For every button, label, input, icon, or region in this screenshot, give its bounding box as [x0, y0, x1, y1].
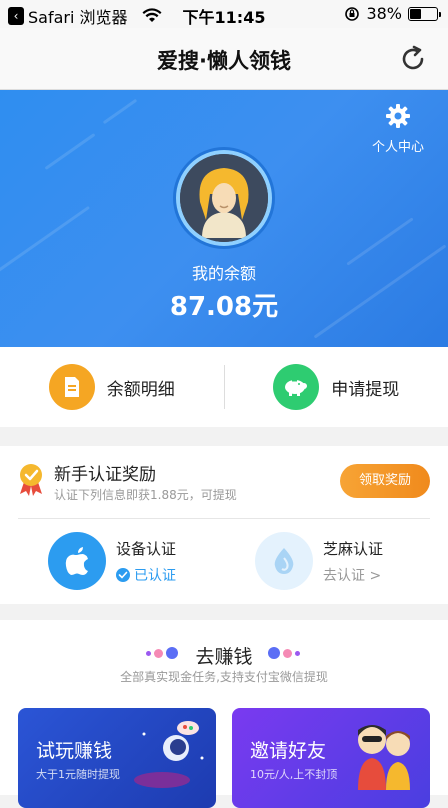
trial-earn-card[interactable]: 试玩赚钱 大于1元随时提现	[18, 708, 216, 808]
balance-hero: 个人中心 我的余额 87.08元	[0, 90, 448, 347]
balance-label: 我的余额	[0, 260, 448, 284]
earn-subtitle: 全部真实现金任务,支持支付宝微信提现	[0, 668, 448, 685]
sesame-verification-item[interactable]: 芝麻认证 去认证 >	[255, 532, 383, 590]
invite-friends-subtitle: 10元/人,上不封顶	[250, 766, 337, 782]
balance-detail-label: 余额明细	[107, 375, 175, 400]
sesame-verification-state: 去认证 >	[323, 565, 383, 585]
avatar-image	[180, 154, 268, 242]
verify-subtitle: 认证下列信息即获1.88元，可提现	[54, 486, 237, 503]
decor-dots-right	[268, 647, 300, 659]
status-bar: ‹ Safari 浏览器 下午11:45 38%	[0, 0, 448, 28]
device-verification-state: 已认证	[134, 565, 176, 585]
refresh-icon[interactable]	[398, 44, 428, 74]
avatar[interactable]	[176, 150, 272, 246]
withdraw-label: 申请提现	[331, 375, 399, 400]
device-verification-name: 设备认证	[116, 538, 176, 559]
astronaut-illustration-icon	[132, 714, 212, 794]
quick-actions: 余额明细 申请提现	[0, 347, 448, 427]
device-verification-item[interactable]: 设备认证 已认证	[48, 532, 176, 590]
document-icon	[49, 364, 95, 410]
nav-bar: 爱搜·懒人领钱	[0, 28, 448, 90]
claim-reward-button[interactable]: 领取奖励	[340, 464, 430, 498]
personal-center-button[interactable]: 个人中心	[368, 102, 428, 155]
trial-earn-title: 试玩赚钱	[36, 736, 112, 763]
newbie-verification-card: 新手认证奖励 认证下列信息即获1.88元，可提现 领取奖励 设备认证 已认证	[0, 446, 448, 604]
page-title: 爱搜·懒人领钱	[0, 45, 448, 75]
battery-icon	[408, 7, 438, 21]
withdraw-button[interactable]: 申请提现	[225, 347, 448, 427]
trial-earn-subtitle: 大于1元随时提现	[36, 766, 120, 782]
verify-title: 新手认证奖励	[54, 460, 156, 485]
friends-illustration-icon	[344, 714, 424, 794]
apple-icon	[48, 532, 106, 590]
orientation-lock-icon	[344, 6, 360, 22]
divider	[18, 518, 430, 519]
balance-detail-button[interactable]: 余额明细	[0, 347, 224, 427]
gear-icon	[384, 102, 412, 130]
battery-percent: 38%	[366, 4, 402, 23]
earn-money-section: 去赚钱 全部真实现金任务,支持支付宝微信提现 试玩赚钱 大于1元随时提现 邀请好…	[0, 620, 448, 795]
personal-center-label: 个人中心	[368, 136, 428, 155]
piggy-bank-icon	[273, 364, 319, 410]
medal-icon	[16, 462, 46, 496]
balance-value: 87.08元	[0, 286, 448, 323]
sesame-verification-name: 芝麻认证	[323, 538, 383, 559]
invite-friends-card[interactable]: 邀请好友 10元/人,上不封顶	[232, 708, 430, 808]
invite-friends-title: 邀请好友	[250, 736, 326, 763]
earn-title: 去赚钱	[0, 642, 448, 669]
sesame-icon	[255, 532, 313, 590]
check-circle-icon	[116, 568, 130, 582]
